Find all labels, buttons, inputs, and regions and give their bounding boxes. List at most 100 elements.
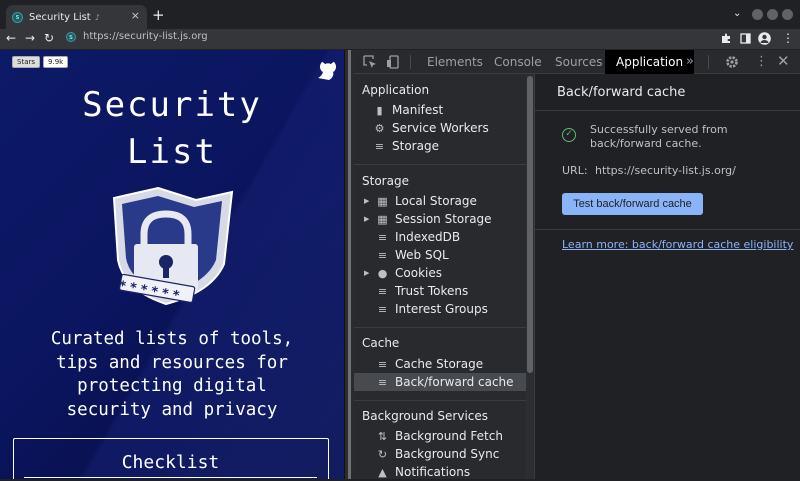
devtools-tab-bar: Elements Console Sources Application » ⋮… (354, 50, 800, 74)
maximize-button[interactable] (767, 9, 778, 20)
site-favicon-icon: s (12, 11, 23, 23)
sidebar-item-web-sql[interactable]: ≡ Web SQL (354, 246, 526, 264)
success-message: Successfully served from back/forward ca… (590, 123, 728, 150)
expand-triangle-icon[interactable]: ▶ (364, 215, 372, 223)
tab-sources[interactable]: Sources (555, 50, 602, 74)
sidebar-scrollbar[interactable] (526, 74, 534, 479)
application-sidebar: Application ▮ Manifest ⚙ Service Workers… (354, 74, 526, 479)
sidebar-item-label: Background Fetch (395, 429, 503, 443)
sidebar-item-label: Local Storage (395, 194, 477, 208)
sidebar-item-service-workers[interactable]: ⚙ Service Workers (354, 119, 526, 137)
back-arrow-icon[interactable]: ← (6, 31, 16, 45)
devtools-splitter[interactable] (344, 50, 354, 479)
sidebar-item-notifications[interactable]: ▲ Notifications (354, 463, 526, 481)
sidebar-item-indexeddb[interactable]: ≡ IndexedDB (354, 228, 526, 246)
close-devtools-icon[interactable]: ✕ (777, 52, 790, 70)
document-icon: ▮ (376, 103, 383, 117)
address-bar[interactable]: s https://security-list.js.org (66, 31, 208, 42)
panel-title: Back/forward cache (557, 85, 686, 100)
checklist-title: Checklist (121, 452, 220, 473)
device-toolbar-icon[interactable] (386, 55, 400, 69)
devtools-menu-icon[interactable]: ⋮ (755, 54, 768, 69)
sync-icon: ↻ (377, 447, 388, 461)
tagline-line: protecting digital (77, 376, 267, 396)
more-tabs-icon[interactable]: » (686, 50, 694, 74)
sidebar-item-cookies[interactable]: ▶ ● Cookies (354, 264, 526, 282)
bell-icon: ▲ (378, 465, 387, 479)
settings-gear-icon[interactable] (725, 55, 739, 69)
speaker-icon: ♪ (94, 12, 100, 22)
success-check-icon: ✓ (562, 128, 576, 142)
minimize-button[interactable] (752, 9, 763, 20)
sidebar-item-label: Service Workers (392, 121, 489, 135)
checklist-card[interactable]: Checklist (13, 438, 329, 479)
sidebar-item-label: Cookies (395, 266, 442, 280)
gear-icon: ⚙ (374, 121, 385, 135)
tab-close-icon[interactable]: × (131, 9, 140, 22)
sidebar-item-storage[interactable]: ≡ Storage (354, 137, 526, 155)
database-icon: ≡ (377, 357, 388, 371)
database-icon: ≡ (377, 302, 388, 316)
sidebar-item-background-sync[interactable]: ↻ Background Sync (354, 445, 526, 463)
section-header-storage: Storage (362, 174, 409, 188)
devtools-toolbar-divider (708, 55, 709, 69)
tab-elements[interactable]: Elements (427, 50, 483, 74)
browser-menu-icon[interactable]: ⋮ (782, 31, 794, 45)
url-row: URL: https://security-list.js.org/ (562, 164, 736, 177)
url-value: https://security-list.js.org/ (595, 164, 736, 177)
sidebar-divider (354, 327, 526, 328)
expand-triangle-icon[interactable]: ▶ (364, 197, 372, 205)
database-icon: ≡ (377, 375, 388, 389)
learn-more-link[interactable]: Learn more: back/forward cache eligibili… (562, 238, 793, 251)
test-bfcache-button[interactable]: Test back/forward cache (562, 193, 703, 215)
tab-strip: s Security List ♪ × + ⌄ (0, 0, 800, 29)
sidebar-item-label: Interest Groups (395, 302, 488, 316)
side-panel-icon[interactable] (740, 33, 751, 44)
sidebar-item-background-fetch[interactable]: ⇅ Background Fetch (354, 427, 526, 445)
sidebar-item-label: Web SQL (395, 248, 449, 262)
expand-triangle-icon[interactable]: ▶ (364, 269, 372, 277)
sidebar-item-cache-storage[interactable]: ≡ Cache Storage (354, 355, 526, 373)
sidebar-item-session-storage[interactable]: ▶ ▦ Session Storage (354, 210, 526, 228)
web-page: Stars 9.9k Security List ****** Curated … (0, 50, 344, 479)
sidebar-item-back-forward-cache[interactable]: ≡ Back/forward cache (354, 373, 526, 391)
sidebar-item-local-storage[interactable]: ▶ ▦ Local Storage (354, 192, 526, 210)
sidebar-divider (354, 400, 526, 401)
tagline-line: Curated lists of tools, (50, 329, 294, 349)
reload-icon[interactable]: ↻ (44, 31, 54, 45)
tagline-line: security and privacy (66, 399, 278, 420)
browser-tab[interactable]: s Security List ♪ × (6, 5, 147, 29)
tagline-line: tips and resources for (56, 352, 288, 373)
sidebar-scrollbar-thumb[interactable] (527, 76, 533, 373)
panel-divider (535, 110, 800, 111)
database-icon: ≡ (377, 284, 388, 298)
sidebar-item-manifest[interactable]: ▮ Manifest (354, 101, 526, 119)
sidebar-item-label: Background Sync (395, 447, 500, 461)
inspect-element-icon[interactable] (363, 55, 377, 69)
sidebar-item-interest-groups[interactable]: ≡ Interest Groups (354, 300, 526, 318)
cookie-icon: ● (377, 266, 388, 280)
tab-search-chevron-icon[interactable]: ⌄ (733, 8, 741, 19)
github-stars-label: Stars (12, 56, 41, 68)
github-corner-octocat-icon[interactable] (314, 58, 338, 82)
tab-application[interactable]: Application (605, 50, 695, 74)
grid-table-icon: ▦ (377, 194, 388, 208)
sidebar-item-label: Manifest (392, 103, 444, 117)
section-header-application: Application (362, 83, 430, 97)
section-header-background-services: Background Services (362, 409, 489, 423)
forward-arrow-icon[interactable]: → (25, 31, 35, 45)
sidebar-item-trust-tokens[interactable]: ≡ Trust Tokens (354, 282, 526, 300)
sidebar-item-label: Session Storage (395, 212, 492, 226)
sidebar-divider (354, 164, 526, 165)
new-tab-button[interactable]: + (152, 6, 165, 24)
sidebar-item-label: Notifications (395, 465, 471, 479)
close-window-button[interactable] (782, 9, 793, 20)
database-icon: ≡ (377, 248, 388, 262)
extensions-puzzle-icon[interactable] (721, 33, 732, 44)
tab-console[interactable]: Console (494, 50, 542, 74)
github-stars-badge[interactable]: Stars 9.9k (12, 56, 69, 68)
browser-toolbar: ← → ↻ s https://security-list.js.org ⋮ (0, 29, 800, 49)
profile-avatar-icon[interactable] (758, 32, 771, 45)
section-header-cache: Cache (362, 336, 400, 350)
page-scrollbar[interactable] (348, 50, 351, 479)
